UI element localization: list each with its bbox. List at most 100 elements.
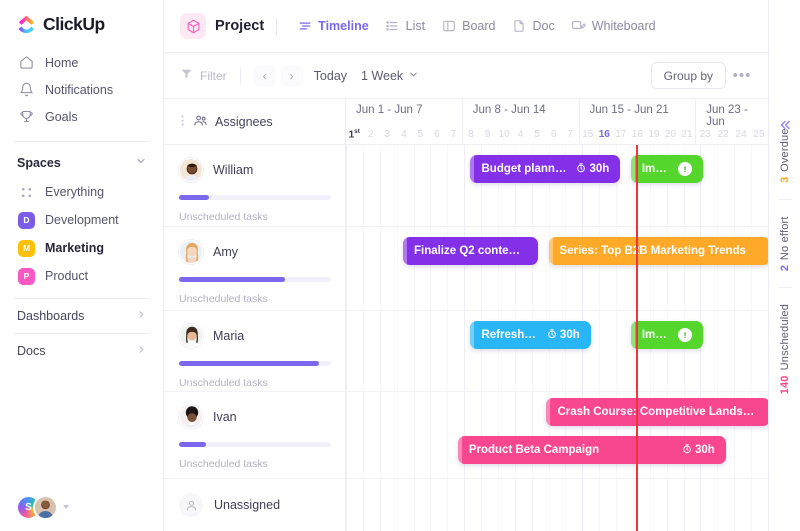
- day-cell[interactable]: 2: [363, 129, 380, 140]
- time-range-selector[interactable]: 1 Week: [361, 69, 419, 83]
- unscheduled-tasks-label[interactable]: Unscheduled tasks: [179, 377, 331, 389]
- day-cell[interactable]: 25: [750, 129, 768, 140]
- app-logo[interactable]: ClickUp: [0, 0, 163, 45]
- day-cell[interactable]: 6: [429, 129, 446, 140]
- day-cell[interactable]: 20: [662, 129, 679, 140]
- task-bar[interactable]: Series: Top B2B Marketing Trends: [548, 237, 768, 265]
- task-bar[interactable]: Implem..: [630, 155, 703, 183]
- unscheduled-tasks-label[interactable]: Unscheduled tasks: [179, 211, 331, 223]
- task-bar[interactable]: Implem..: [630, 321, 703, 349]
- day-cell[interactable]: 21: [679, 129, 696, 140]
- task-bar[interactable]: Product Beta Campaign 30h: [457, 436, 726, 464]
- unscheduled-tasks-label[interactable]: Unscheduled tasks: [179, 458, 331, 470]
- day-cell[interactable]: 15: [580, 129, 597, 140]
- sidebar-item-product[interactable]: P Product: [0, 262, 163, 290]
- avatar[interactable]: [33, 494, 58, 520]
- sidebar-item-everything[interactable]: Everything: [0, 178, 163, 206]
- avatar-stack[interactable]: S: [16, 494, 69, 520]
- day-cell[interactable]: 7: [445, 129, 462, 140]
- sidebar-item-development[interactable]: D Development: [0, 206, 163, 234]
- spaces-section-header[interactable]: Spaces: [0, 142, 163, 178]
- sidebar-item-marketing[interactable]: M Marketing: [0, 234, 163, 262]
- row-timeline-cell[interactable]: Refresh compan... 30h Implem..: [346, 311, 768, 391]
- double-chevron-left-icon[interactable]: [778, 118, 792, 135]
- day-cell[interactable]: 19: [646, 129, 663, 140]
- day-cell[interactable]: 23: [696, 129, 714, 140]
- task-resize-handle[interactable]: [548, 237, 553, 265]
- filter-button[interactable]: Filter: [180, 67, 227, 85]
- task-bar[interactable]: Budget planning 30h: [470, 155, 621, 183]
- row-assignee-cell[interactable]: Maria Unscheduled tasks: [164, 311, 346, 391]
- task-resize-handle[interactable]: [630, 155, 635, 183]
- group-by-button[interactable]: Group by: [650, 62, 726, 89]
- assignee[interactable]: Ivan: [179, 405, 331, 429]
- sidebar-item-docs[interactable]: Docs: [0, 334, 163, 368]
- today-button[interactable]: Today: [314, 69, 347, 83]
- sidebar-item-notifications[interactable]: Notifications: [0, 76, 163, 103]
- unassigned-row[interactable]: Unassigned: [164, 479, 345, 517]
- sidebar-item-home[interactable]: Home: [0, 49, 163, 76]
- day-cell[interactable]: 5: [412, 129, 429, 140]
- info-icon[interactable]: [677, 162, 692, 176]
- prev-period-button[interactable]: ‹: [253, 64, 276, 87]
- task-bar[interactable]: Finalize Q2 content plan: [402, 237, 538, 265]
- day-cell[interactable]: 5: [529, 129, 546, 140]
- day-cell[interactable]: 10: [496, 129, 513, 140]
- sidebar-item-dashboards[interactable]: Dashboards: [0, 299, 163, 333]
- caret-down-icon[interactable]: [63, 505, 69, 509]
- rail-item-no-effort[interactable]: 2 No effort: [779, 200, 791, 287]
- task-resize-handle[interactable]: [470, 155, 475, 183]
- assignee[interactable]: Maria: [179, 324, 331, 348]
- task-resize-handle[interactable]: [402, 237, 407, 265]
- space-label: Everything: [45, 185, 105, 199]
- tab-whiteboard[interactable]: Whiteboard: [563, 15, 664, 38]
- day-cell[interactable]: 8: [463, 129, 480, 140]
- avatar[interactable]: [179, 405, 203, 429]
- task-resize-handle[interactable]: [457, 436, 462, 464]
- tab-board[interactable]: Board: [433, 15, 503, 38]
- assignee[interactable]: Amy: [179, 240, 331, 264]
- row-assignee-cell[interactable]: Amy Unscheduled tasks: [164, 227, 346, 310]
- day-cell-today[interactable]: 16: [596, 129, 613, 140]
- day-cell[interactable]: 7: [562, 129, 579, 140]
- assignees-column-header[interactable]: Assignees: [164, 99, 346, 144]
- avatar[interactable]: [179, 240, 203, 264]
- more-options-button[interactable]: •••: [730, 64, 754, 88]
- task-resize-handle[interactable]: [470, 321, 475, 349]
- progress-bar: [179, 442, 331, 447]
- tab-doc[interactable]: Doc: [503, 15, 562, 38]
- day-cell[interactable]: 4: [396, 129, 413, 140]
- day-cell[interactable]: 22: [714, 129, 732, 140]
- next-period-button[interactable]: ›: [280, 64, 303, 87]
- row-assignee-cell[interactable]: William Unscheduled tasks: [164, 145, 346, 226]
- rail-count: 2: [778, 264, 791, 272]
- rail-item-unscheduled[interactable]: 140 Unscheduled: [779, 288, 791, 410]
- task-resize-handle[interactable]: [546, 398, 551, 426]
- avatar[interactable]: [179, 324, 203, 348]
- tab-timeline[interactable]: Timeline: [289, 15, 376, 38]
- row-timeline-cell[interactable]: Finalize Q2 content plan Series: Top B2B…: [346, 227, 768, 310]
- sidebar-item-goals[interactable]: Goals: [0, 103, 163, 130]
- day-cell[interactable]: 6: [545, 129, 562, 140]
- info-icon[interactable]: [677, 328, 692, 342]
- day-cell[interactable]: 4: [512, 129, 529, 140]
- avatar[interactable]: [179, 158, 203, 182]
- row-timeline-cell[interactable]: Budget planning 30h Implem..: [346, 145, 768, 226]
- task-bar[interactable]: Crash Course: Competitive Landscape: [546, 398, 768, 426]
- day-cell[interactable]: 3: [379, 129, 396, 140]
- row-assignee-cell[interactable]: Ivan Unscheduled tasks: [164, 392, 346, 478]
- drag-handle-icon[interactable]: [179, 114, 186, 130]
- task-resize-handle[interactable]: [630, 321, 635, 349]
- tab-list[interactable]: List: [377, 15, 433, 38]
- day-cell[interactable]: 9: [479, 129, 496, 140]
- day-cell[interactable]: 24: [732, 129, 750, 140]
- row-timeline-cell[interactable]: Crash Course: Competitive Landscape Prod…: [346, 392, 768, 478]
- row-assignee-cell[interactable]: Unassigned: [164, 479, 346, 531]
- day-cell[interactable]: 1st: [346, 128, 363, 140]
- unscheduled-tasks-label[interactable]: Unscheduled tasks: [179, 293, 331, 305]
- day-cell[interactable]: 17: [613, 129, 630, 140]
- row-timeline-cell[interactable]: [346, 479, 768, 531]
- day-cell[interactable]: 18: [629, 129, 646, 140]
- task-bar[interactable]: Refresh compan... 30h: [470, 321, 591, 349]
- assignee[interactable]: William: [179, 158, 331, 182]
